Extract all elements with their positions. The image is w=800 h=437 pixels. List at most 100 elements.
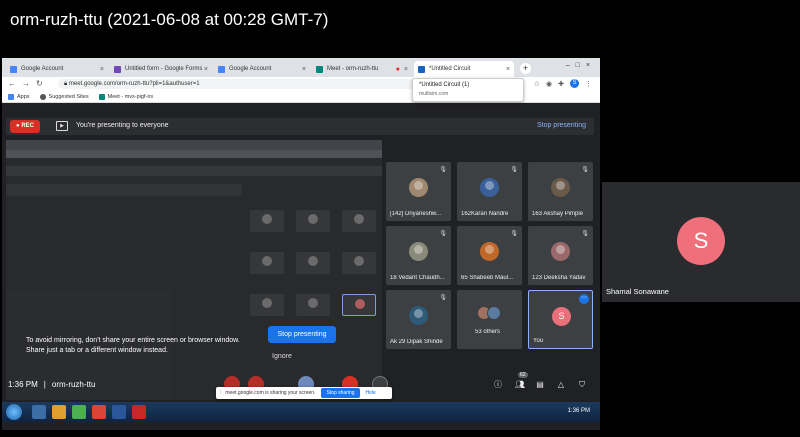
- mirrored-tab-strip: [6, 140, 382, 150]
- chrome-icon[interactable]: [92, 405, 106, 419]
- bookmark-meet[interactable]: Meet - mvs-pigf-irs: [98, 93, 153, 100]
- participant-tile[interactable]: 🎙︎ 65 Shabeeb Maul...: [457, 226, 522, 285]
- participant-tile[interactable]: 🎙︎ 163 Akshay Pimple: [528, 162, 593, 221]
- google-forms-icon: [114, 65, 121, 73]
- presenting-status: You're presenting to everyone: [76, 122, 169, 129]
- participant-avatar: [480, 178, 499, 197]
- call-separator: |: [43, 380, 46, 389]
- mirrored-tile: [250, 210, 284, 232]
- mirrored-content-bar: [6, 184, 242, 196]
- more-options-icon[interactable]: ⋯: [579, 294, 589, 304]
- extensions-icon[interactable]: ✚: [558, 80, 564, 88]
- window-controls[interactable]: –□×: [566, 62, 596, 69]
- mic-muted-icon: 🎙︎: [439, 231, 447, 237]
- mic-muted-icon: 🎙︎: [581, 231, 589, 237]
- folder-icon[interactable]: [52, 405, 66, 419]
- google-meet-icon: [98, 93, 105, 100]
- close-tab-icon[interactable]: ×: [100, 66, 104, 73]
- meeting-code: orm-ruzh-ttu: [51, 380, 96, 389]
- browser-tab[interactable]: Google Account ×: [214, 61, 310, 77]
- activities-icon[interactable]: △: [555, 379, 567, 391]
- google-account-icon: [10, 65, 17, 73]
- mirrored-tile: [342, 252, 376, 274]
- bookmark-star-icon[interactable]: ☆: [534, 80, 540, 88]
- windows-start-icon[interactable]: [6, 404, 22, 420]
- camera-icon[interactable]: ◉: [546, 80, 552, 88]
- browser-tab-active[interactable]: *Untitled Circuit ×: [414, 61, 514, 77]
- close-tab-icon[interactable]: ×: [506, 66, 510, 73]
- google-meet-icon: [316, 65, 323, 73]
- profile-avatar[interactable]: S: [570, 79, 579, 88]
- host-controls-icon[interactable]: ⛉: [576, 379, 588, 391]
- bookmark-apps[interactable]: Apps: [8, 93, 30, 100]
- stop-presenting-button[interactable]: Stop presenting: [268, 326, 336, 343]
- ignore-button[interactable]: Ignore: [272, 353, 292, 360]
- info-icon[interactable]: ⓘ: [492, 379, 504, 391]
- mirrored-tile: [296, 210, 330, 232]
- stop-presenting-link[interactable]: Stop presenting: [537, 122, 586, 129]
- participant-avatar: [409, 306, 428, 325]
- mirrored-tile: [296, 294, 330, 316]
- self-tile[interactable]: S ⋯ You: [528, 290, 593, 349]
- shared-screen: Google Account × Untitled form - Google …: [2, 58, 600, 430]
- rec-badge: ● REC: [10, 120, 40, 133]
- browser-tab-strip: Google Account × Untitled form - Google …: [2, 58, 600, 77]
- new-tab-button[interactable]: +: [520, 63, 531, 74]
- close-tab-icon[interactable]: ×: [404, 66, 408, 73]
- mirrored-address-bar: [6, 150, 382, 158]
- participant-tile[interactable]: 🎙︎ 162Karan Nandre: [457, 162, 522, 221]
- participant-avatar: S: [677, 217, 725, 265]
- tab-tooltip: *Untitled Circuit (1) multisim.com: [412, 78, 524, 102]
- ie-icon[interactable]: [32, 405, 46, 419]
- forward-icon[interactable]: →: [22, 79, 30, 88]
- apps-grid-icon: [8, 93, 14, 100]
- recording-title: orm-ruzh-ttu (2021-06-08 at 00:28 GMT-7): [10, 10, 329, 29]
- bookmark-suggested-sites[interactable]: Suggested Sites: [39, 93, 89, 100]
- people-icon[interactable]: 👥︎: [514, 379, 526, 391]
- participant-name: Shamal Sonawane: [606, 287, 669, 296]
- participant-avatar: [551, 178, 570, 197]
- mic-muted-icon: 🎙︎: [510, 231, 518, 237]
- lock-icon: 🔒︎: [64, 81, 68, 87]
- browser-tab[interactable]: Google Account ×: [6, 61, 108, 77]
- minimize-icon[interactable]: –: [566, 62, 576, 69]
- mirrored-tile: [250, 294, 284, 316]
- mirrored-tile: [250, 252, 284, 274]
- participant-tile[interactable]: 🎙︎ 123 Deeksha Yadav: [528, 226, 593, 285]
- browser-tab-meet[interactable]: Meet - orm-ruzh-ttu ● ×: [312, 61, 412, 77]
- mirrored-presenting-bar: [6, 166, 382, 176]
- word-icon[interactable]: [112, 405, 126, 419]
- side-participant-tile[interactable]: S Shamal Sonawane: [602, 182, 800, 302]
- self-avatar: S: [552, 307, 571, 326]
- participant-avatar: [487, 306, 501, 320]
- participant-tile[interactable]: 🎙︎ Ak 29 Dipak Shinde: [386, 290, 451, 349]
- close-window-icon[interactable]: ×: [586, 62, 596, 69]
- participant-avatar: [409, 178, 428, 197]
- maximize-icon[interactable]: □: [576, 62, 586, 69]
- pdf-icon[interactable]: [132, 405, 146, 419]
- mic-muted-icon: 🎙︎: [581, 167, 589, 173]
- participant-avatar: [409, 242, 428, 261]
- mirrored-screen-preview: [6, 140, 382, 400]
- globe-icon: [39, 93, 46, 100]
- mirrored-tile: [342, 294, 376, 316]
- browser-tab[interactable]: Untitled form - Google Forms ×: [110, 61, 212, 77]
- reload-icon[interactable]: ↻: [36, 79, 43, 88]
- mic-muted-icon: 🎙︎: [439, 295, 447, 301]
- close-tab-icon[interactable]: ×: [204, 66, 208, 73]
- participant-tile[interactable]: 🎙︎ 18 Vedant Chaudh...: [386, 226, 451, 285]
- participant-tile[interactable]: 🎙︎ [142] Dnyaneshw...: [386, 162, 451, 221]
- hide-button[interactable]: Hide: [366, 390, 376, 396]
- others-tile[interactable]: 53 others: [457, 290, 522, 349]
- menu-icon[interactable]: ⋮: [585, 80, 592, 88]
- tooltip-title: *Untitled Circuit (1): [419, 82, 470, 88]
- back-icon[interactable]: ←: [8, 79, 16, 88]
- stop-sharing-button[interactable]: Stop sharing: [321, 388, 360, 398]
- chat-icon[interactable]: ▤: [534, 379, 546, 391]
- participant-avatar: [480, 242, 499, 261]
- media-icon[interactable]: [72, 405, 86, 419]
- toolbar-actions: ☆ ◉ ✚ S ⋮: [534, 79, 592, 88]
- close-tab-icon[interactable]: ×: [302, 66, 306, 73]
- present-screen-icon: ▶: [56, 121, 68, 131]
- drag-handle-icon[interactable]: ⁞: [220, 390, 221, 396]
